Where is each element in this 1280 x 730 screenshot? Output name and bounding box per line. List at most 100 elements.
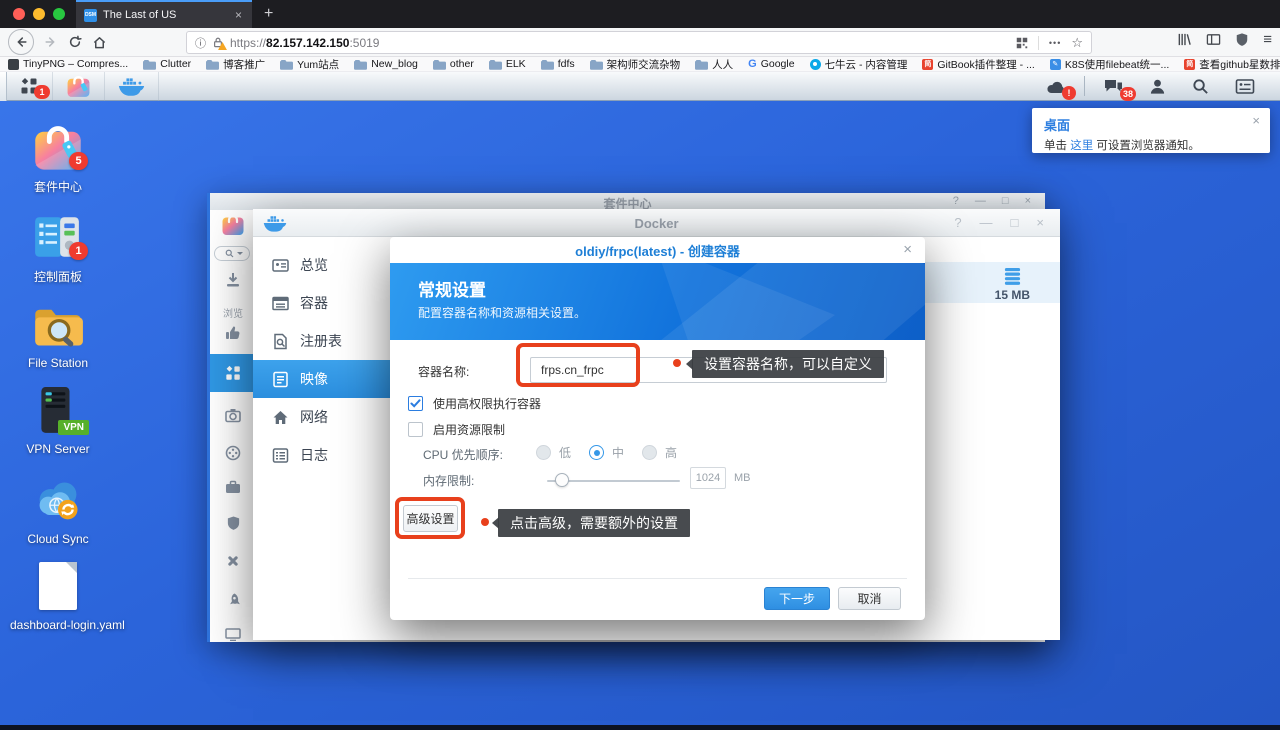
library-icon[interactable] xyxy=(1177,32,1192,47)
maximize-button[interactable]: □ xyxy=(1011,215,1019,230)
zoom-window-button[interactable] xyxy=(53,8,65,20)
bookmark-folder[interactable]: Clutter xyxy=(143,58,191,70)
url-bar[interactable]: ⓘ https://82.157.142.150:5019 ••• ☆ xyxy=(186,31,1092,54)
bookmark-label: 人人 xyxy=(712,57,733,72)
hamburger-menu-icon[interactable]: ≡ xyxy=(1263,31,1272,48)
minimize-window-button[interactable] xyxy=(33,8,45,20)
package-search-box[interactable] xyxy=(214,246,250,261)
radio-label: 中 xyxy=(612,444,624,461)
bookmark-item[interactable]: 简GitBook插件整理 - ... xyxy=(922,57,1034,72)
bookmark-item[interactable]: 七牛云 - 内容管理 xyxy=(810,57,908,72)
back-button[interactable] xyxy=(8,29,34,55)
user-button[interactable] xyxy=(1138,72,1177,101)
show-desktop-strip[interactable] xyxy=(0,72,7,101)
page-info-icon[interactable]: ⓘ xyxy=(195,35,206,51)
qr-scan-icon[interactable] xyxy=(1016,37,1028,49)
chat-button[interactable]: 38 xyxy=(1093,72,1134,101)
next-step-button[interactable]: 下一步 xyxy=(764,587,830,610)
help-button[interactable]: ? xyxy=(954,215,961,230)
minimize-button[interactable]: — xyxy=(975,195,986,207)
sidebar-item-multimedia[interactable] xyxy=(210,445,256,461)
bookmark-folder[interactable]: 博客推广 xyxy=(206,57,265,72)
desktop-icon-control-panel[interactable]: 1 控制面板 xyxy=(10,212,106,285)
sidebar-item-all-selected[interactable] xyxy=(210,354,256,392)
sidebar-item-developer[interactable] xyxy=(210,628,256,641)
sidebar-item-utilities[interactable] xyxy=(210,553,256,569)
desktop-icon-vpn-server[interactable]: VPN VPN Server xyxy=(10,386,106,456)
main-menu-button[interactable]: 1 xyxy=(7,72,53,101)
sidebar-item-security[interactable] xyxy=(210,515,256,531)
radio-medium-selected[interactable] xyxy=(589,445,604,460)
container-icon xyxy=(272,295,289,312)
docker-titlebar[interactable]: Docker ? — □ × xyxy=(253,209,1060,237)
forward-button[interactable] xyxy=(44,35,58,49)
desktop-icon-label: dashboard-login.yaml xyxy=(10,618,106,632)
memory-value-input[interactable] xyxy=(690,467,726,489)
close-button[interactable]: × xyxy=(1025,195,1031,207)
registry-icon xyxy=(272,333,289,350)
image-size: 15 MB xyxy=(995,288,1030,302)
sidebar-item-label: 注册表 xyxy=(300,331,342,351)
bookmark-folder[interactable]: 人人 xyxy=(695,57,733,72)
package-center-titlebar[interactable]: 套件中心 ? — □ × xyxy=(210,193,1045,210)
checkbox-unchecked[interactable] xyxy=(408,422,423,437)
sidebar-item-business[interactable] xyxy=(210,480,256,494)
folder-icon xyxy=(354,59,367,70)
cancel-button[interactable]: 取消 xyxy=(838,587,901,610)
advanced-settings-button[interactable]: 高级设置 xyxy=(403,505,458,532)
notification-close-icon[interactable]: × xyxy=(1252,113,1260,128)
taskbar-docker-button[interactable] xyxy=(105,72,159,101)
folder-icon xyxy=(695,59,708,70)
checkbox-checked[interactable] xyxy=(408,396,423,411)
help-button[interactable]: ? xyxy=(953,195,959,207)
widgets-button[interactable] xyxy=(1224,72,1266,101)
bookmark-folder[interactable]: other xyxy=(433,58,474,70)
dialog-titlebar[interactable]: oldiy/frpc(latest) - 创建容器 × xyxy=(390,237,925,263)
bookmark-folder[interactable]: Yum站点 xyxy=(280,57,339,72)
close-window-button[interactable] xyxy=(13,8,25,20)
desktop-icon-file-station[interactable]: File Station xyxy=(10,300,106,370)
bookmark-folder[interactable]: fdfs xyxy=(541,58,575,70)
home-button[interactable] xyxy=(92,35,107,50)
sidebar-item-installed[interactable] xyxy=(210,272,256,288)
desktop-icon-cloud-sync[interactable]: Cloud Sync xyxy=(10,476,106,546)
close-button[interactable]: × xyxy=(1036,215,1044,230)
bookmark-folder[interactable]: New_blog xyxy=(354,58,418,70)
sidebar-item-backup[interactable] xyxy=(210,408,256,423)
dialog-close-button[interactable]: × xyxy=(903,241,912,258)
memory-slider-handle[interactable] xyxy=(555,473,569,487)
bookmark-item[interactable]: GGoogle xyxy=(748,58,794,70)
bookmark-folder[interactable]: ELK xyxy=(489,58,526,70)
taskbar-package-center-button[interactable] xyxy=(53,72,105,101)
radio-label: 高 xyxy=(665,444,677,461)
new-tab-button[interactable]: + xyxy=(252,5,285,23)
tab-close-icon[interactable]: × xyxy=(233,8,244,22)
bookmark-item[interactable]: TinyPNG – Compres... xyxy=(8,58,128,70)
notifications-button[interactable]: ! xyxy=(1035,72,1076,101)
radio-low[interactable] xyxy=(536,445,551,460)
sidebar-item-recommended[interactable] xyxy=(210,325,256,341)
desktop-icon-yaml-file[interactable]: dashboard-login.yaml xyxy=(10,560,106,632)
browser-tab[interactable]: DSM The Last of US × xyxy=(76,0,252,28)
minimize-button[interactable]: — xyxy=(980,215,993,230)
bookmark-item[interactable]: 简查看github星数排行... xyxy=(1184,57,1280,72)
radio-high[interactable] xyxy=(642,445,657,460)
bookmark-folder[interactable]: 架构师交流杂物 xyxy=(590,57,681,72)
reload-button[interactable] xyxy=(68,35,82,49)
maximize-button[interactable]: □ xyxy=(1002,195,1009,207)
resource-limit-checkbox-row[interactable]: 启用资源限制 xyxy=(408,421,505,438)
privilege-checkbox-row[interactable]: 使用高权限执行容器 xyxy=(408,395,541,412)
shield-extension-icon[interactable] xyxy=(1235,32,1249,47)
sidebar-item-productivity[interactable] xyxy=(210,592,256,608)
desktop-icon-package-center[interactable]: 5 套件中心 xyxy=(10,122,106,195)
sidebar-toggle-icon[interactable] xyxy=(1206,32,1221,47)
notification-text: 单击 xyxy=(1044,140,1070,152)
bookmark-star-icon[interactable]: ☆ xyxy=(1071,35,1083,51)
lock-warning-icon[interactable] xyxy=(212,36,224,49)
database-icon xyxy=(1003,267,1022,286)
search-button[interactable] xyxy=(1181,72,1220,101)
page-actions-icon[interactable]: ••• xyxy=(1049,38,1061,48)
bookmark-item[interactable]: ✎K8S使用filebeat统一... xyxy=(1050,57,1169,72)
notification-link[interactable]: 这里 xyxy=(1070,140,1093,152)
cpu-priority-radios: 低 中 高 xyxy=(536,444,695,461)
